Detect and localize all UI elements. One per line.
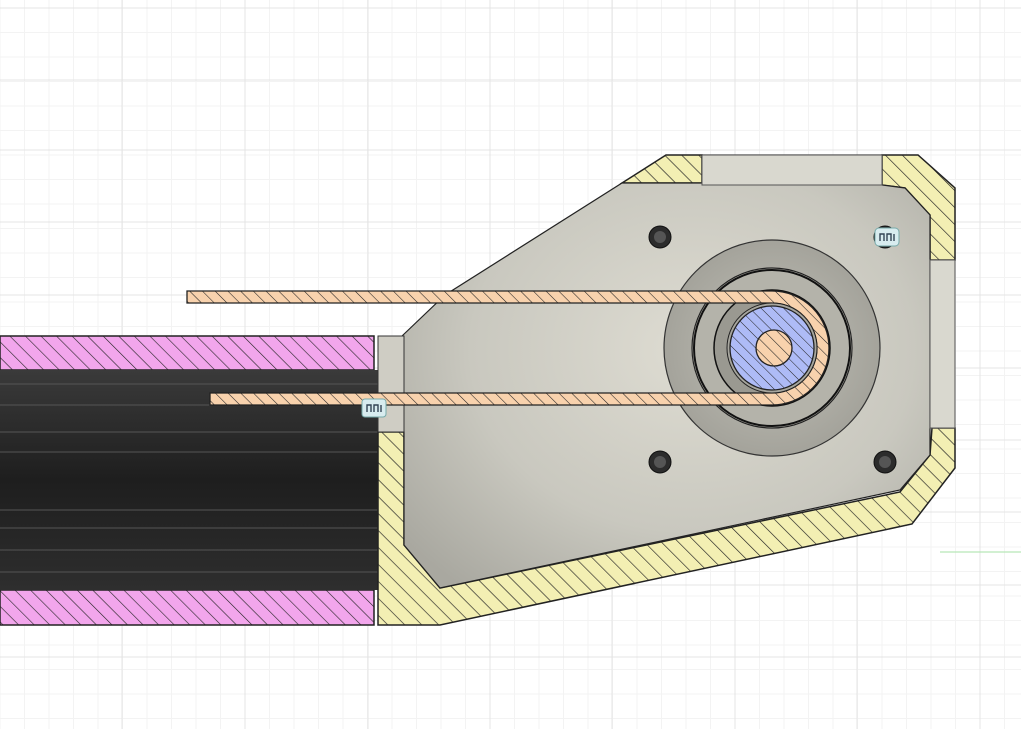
joint-icon[interactable]: [361, 398, 387, 418]
tube-top-wall[interactable]: [0, 335, 375, 371]
plate-right-slot: [929, 259, 956, 429]
motor-shaft[interactable]: [755, 329, 793, 367]
tube-bottom-wall[interactable]: [0, 589, 375, 626]
plate-top-slot: [701, 154, 883, 186]
mounting-hole: [654, 231, 666, 243]
housing-top-left-lip[interactable]: [619, 154, 703, 184]
section-view[interactable]: [0, 0, 1021, 729]
joint-icon[interactable]: [874, 227, 900, 247]
mounting-hole: [654, 456, 666, 468]
design-canvas[interactable]: [0, 0, 1021, 729]
mounting-hole: [879, 456, 891, 468]
tube-end-block: [377, 335, 405, 433]
